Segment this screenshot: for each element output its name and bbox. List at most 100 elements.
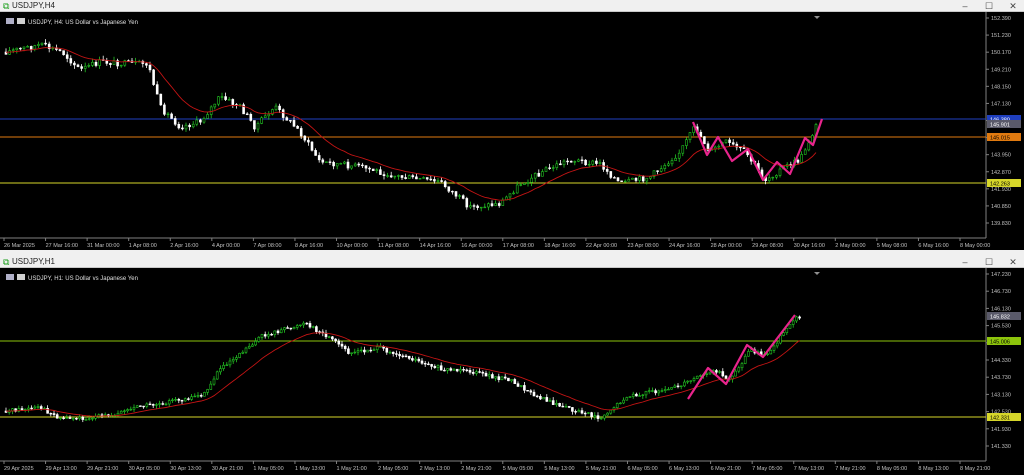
candle-body	[513, 379, 517, 384]
time-axis-label: 29 Apr 2025	[4, 466, 34, 472]
level-line-green-tag-text: 145.006	[990, 339, 1010, 345]
candle-body	[363, 349, 366, 353]
candle-body	[249, 113, 253, 121]
candle-body	[683, 381, 686, 387]
candle-body	[533, 172, 537, 179]
candle-body	[796, 159, 800, 163]
candle-body	[331, 336, 334, 340]
candle-body	[775, 342, 779, 347]
time-axis-label: 27 Mar 16:00	[46, 243, 78, 249]
candle-body	[84, 419, 88, 421]
candle-body	[220, 96, 224, 98]
candle-body	[190, 396, 193, 400]
candle-body	[569, 160, 573, 163]
candle-body	[257, 337, 261, 342]
candle-body	[649, 176, 652, 179]
price-scale-label: 145.530	[991, 324, 1011, 330]
candle-body	[171, 399, 174, 402]
candle-body	[436, 180, 440, 182]
bottom-chart-window[interactable]: USDJPY, H1: US Dollar vs Japanese Yen 147…	[0, 268, 1024, 475]
candle-body	[285, 117, 289, 121]
time-axis-label: 30 Apr 16:00	[794, 243, 825, 249]
candle-body	[515, 184, 519, 194]
candle-body	[529, 390, 533, 393]
candle-body	[451, 190, 454, 193]
candle-body	[544, 167, 548, 172]
candle-body	[251, 344, 254, 347]
candle-body	[299, 128, 303, 137]
candle-body	[270, 333, 273, 336]
candle-body	[587, 163, 591, 166]
top-chart-window[interactable]: USDJPY, H4: US Dollar vs Japanese Yen 152…	[0, 12, 1024, 250]
candle-body	[622, 399, 625, 404]
candle-body	[231, 99, 235, 105]
minimize-button[interactable]: –	[960, 1, 970, 11]
candle-body	[641, 176, 645, 182]
candle-body	[656, 170, 659, 172]
candle-body	[366, 349, 369, 353]
top-window-titlebar[interactable]: ⧉ USDJPY,H4 – ☐ ✕	[0, 0, 1024, 12]
candle-body	[397, 175, 400, 177]
close-button[interactable]: ✕	[1008, 1, 1018, 11]
price-scale-label: 146.730	[991, 289, 1011, 295]
bottom-window-titlebar[interactable]: ⧉ USDJPY,H1 – ☐ ✕	[0, 256, 1024, 268]
candle-body	[447, 186, 451, 192]
candle-body	[523, 385, 526, 391]
candle-body	[166, 113, 170, 116]
candle-body	[615, 403, 619, 408]
candle-body	[142, 405, 145, 408]
candle-body	[238, 353, 241, 358]
time-axis-label: 28 Apr 00:00	[711, 243, 742, 249]
candle-body	[11, 49, 15, 51]
candle-body	[548, 167, 551, 169]
candle-body	[537, 172, 541, 177]
minimize-button[interactable]: –	[960, 257, 970, 267]
candle-body	[187, 398, 190, 400]
candle-body	[339, 163, 343, 165]
bottom-chart-canvas[interactable]: USDJPY, H1: US Dollar vs Japanese Yen 147…	[0, 268, 1024, 475]
candle-body	[461, 195, 465, 199]
time-axis-label: 17 Apr 08:00	[503, 243, 534, 249]
candle-body	[475, 371, 478, 374]
candle-body	[497, 203, 501, 206]
moving-average-line	[6, 332, 800, 417]
time-axis-label: 5 May 08:00	[877, 243, 907, 249]
price-scale-label: 150.170	[991, 50, 1011, 56]
candle-body	[119, 410, 123, 414]
candle-body	[203, 392, 206, 397]
candle-body	[62, 50, 65, 56]
candle-body	[292, 120, 296, 127]
flag-icon	[6, 274, 14, 280]
candle-body	[657, 390, 661, 394]
candle-body	[357, 163, 361, 166]
candle-body	[361, 164, 364, 167]
candle-body	[273, 330, 277, 335]
candle-body	[325, 161, 328, 163]
candle-body	[494, 376, 497, 379]
candle-body	[196, 395, 200, 397]
candle-body	[33, 45, 37, 50]
candle-body	[353, 163, 357, 167]
candle-body	[163, 104, 166, 115]
maximize-button[interactable]: ☐	[984, 257, 994, 267]
candle-body	[548, 400, 552, 402]
candle-body	[335, 163, 339, 167]
candle-body	[689, 380, 693, 382]
candle-body	[23, 408, 27, 411]
candle-body	[737, 367, 741, 372]
candle-body	[411, 175, 415, 178]
candle-body	[717, 145, 721, 148]
maximize-button[interactable]: ☐	[984, 1, 994, 11]
candle-body	[385, 347, 389, 353]
close-button[interactable]: ✕	[1008, 257, 1018, 267]
candle-body	[305, 322, 309, 325]
candle-body	[317, 155, 321, 161]
candle-body	[289, 120, 292, 122]
candle-body	[465, 198, 469, 208]
candle-body	[241, 351, 245, 354]
candle-body	[58, 49, 62, 51]
top-chart-canvas[interactable]: USDJPY, H4: US Dollar vs Japanese Yen 152…	[0, 12, 1024, 250]
candle-body	[638, 395, 641, 397]
time-axis-label: 6 May 13:00	[669, 466, 699, 472]
candle-body	[574, 411, 577, 413]
